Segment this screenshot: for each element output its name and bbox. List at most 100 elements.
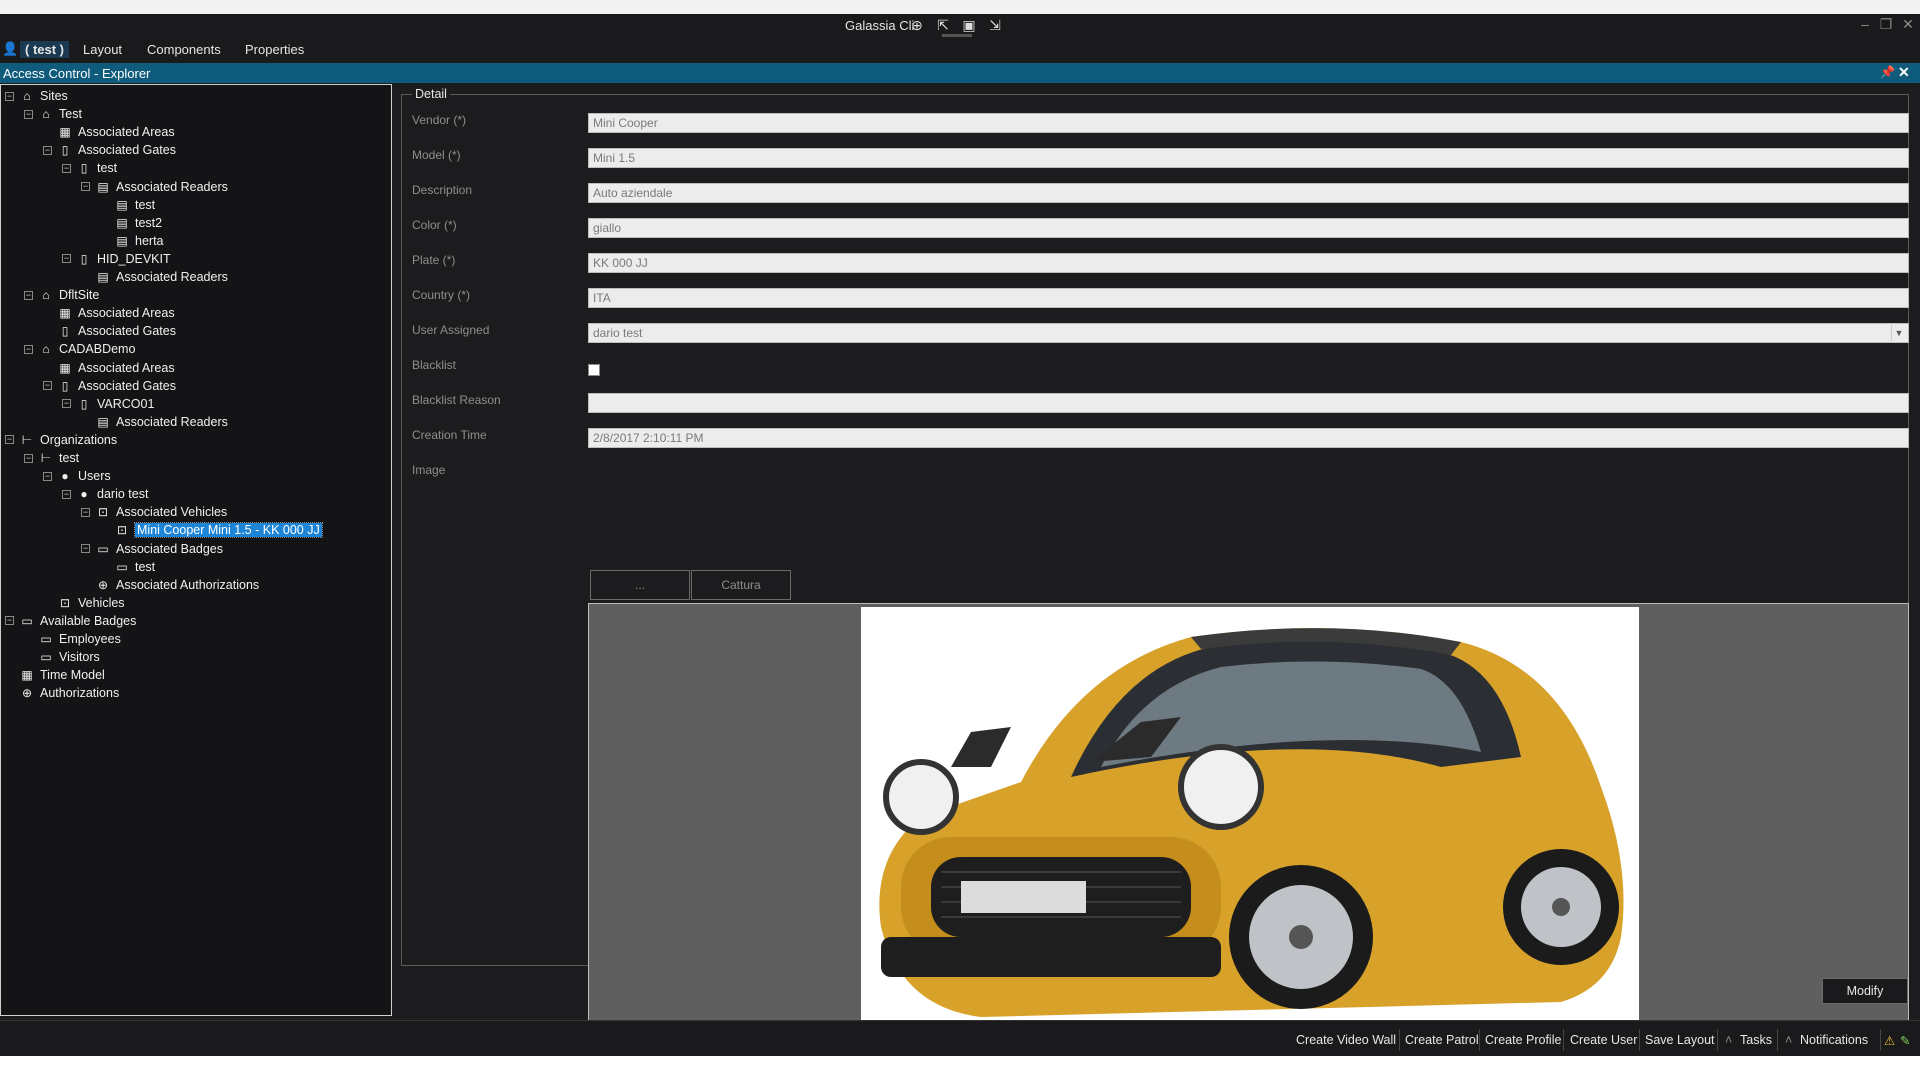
- tree-node-label[interactable]: Associated Areas: [78, 361, 175, 375]
- tree-node[interactable]: ▤ Associated Readers: [81, 413, 228, 431]
- capture-button[interactable]: Cattura: [691, 570, 791, 600]
- collapse-icon[interactable]: −: [43, 381, 52, 391]
- tree-node-label[interactable]: herta: [135, 234, 164, 248]
- tree-node-label[interactable]: test: [135, 560, 155, 574]
- tree-node[interactable]: − ● Users: [43, 467, 111, 485]
- description-field[interactable]: Auto aziendale: [588, 183, 1909, 203]
- tree-node[interactable]: ▦ Associated Areas: [43, 359, 175, 377]
- collapse-icon[interactable]: −: [43, 145, 52, 155]
- tree-node[interactable]: − ⊡ Associated Vehicles: [81, 503, 227, 521]
- tree-node-label[interactable]: Associated Readers: [116, 270, 228, 284]
- tree-node-label[interactable]: test2: [135, 216, 162, 230]
- tree-node[interactable]: ▤ herta: [100, 232, 164, 250]
- tree-node-label[interactable]: Associated Gates: [78, 143, 176, 157]
- chevron-down-icon[interactable]: ▼: [1891, 325, 1906, 341]
- tree-node[interactable]: − ⊢ test: [24, 449, 79, 467]
- tree-node-label[interactable]: Users: [78, 469, 111, 483]
- country-field[interactable]: ITA: [588, 288, 1909, 308]
- modify-button[interactable]: Modify: [1822, 978, 1908, 1004]
- tree-node-label[interactable]: Sites: [40, 89, 68, 103]
- tree-node[interactable]: − ⌂ CADABDemo: [24, 340, 135, 358]
- pointer-icon[interactable]: ⇱: [934, 16, 952, 34]
- warning-icon[interactable]: ⚠: [1884, 1033, 1895, 1048]
- cursor-icon[interactable]: ⇲: [986, 16, 1004, 34]
- create-video-wall-button[interactable]: Create Video Wall: [1296, 1033, 1396, 1047]
- tree-node[interactable]: ⊕ Authorizations: [5, 684, 119, 702]
- tree-node[interactable]: ▤ test: [100, 196, 155, 214]
- tasks-button[interactable]: Tasks: [1740, 1033, 1772, 1047]
- collapse-icon[interactable]: −: [62, 254, 71, 264]
- tree-node-label[interactable]: Vehicles: [78, 596, 125, 610]
- menu-properties[interactable]: Properties: [245, 42, 304, 57]
- plate-field[interactable]: KK 000 JJ: [588, 253, 1909, 273]
- tree-node-label[interactable]: test: [97, 161, 117, 175]
- tree-node-label[interactable]: Authorizations: [40, 686, 119, 700]
- tree-node-label[interactable]: CADABDemo: [59, 342, 135, 356]
- menu-layout[interactable]: Layout: [83, 42, 122, 57]
- tree-node-label[interactable]: test: [135, 198, 155, 212]
- tree-node[interactable]: − ● dario test: [62, 485, 148, 503]
- current-user[interactable]: ( test ): [20, 41, 69, 58]
- drag-grip[interactable]: [942, 34, 972, 37]
- edit-icon[interactable]: ✎: [1900, 1033, 1910, 1048]
- collapse-icon[interactable]: −: [24, 453, 33, 463]
- frame-icon[interactable]: ▣: [960, 16, 978, 34]
- tree-node-label[interactable]: VARCO01: [97, 397, 154, 411]
- tree-node[interactable]: − ⊢ Organizations: [5, 431, 117, 449]
- tree-node-label[interactable]: test: [59, 451, 79, 465]
- tree-node[interactable]: − ▯ Associated Gates: [43, 377, 176, 395]
- collapse-icon[interactable]: −: [24, 290, 33, 300]
- tree-node-label[interactable]: Test: [59, 107, 82, 121]
- tree-node-label[interactable]: Time Model: [40, 668, 105, 682]
- tree-node-label[interactable]: Available Badges: [40, 614, 136, 628]
- tree-node[interactable]: − ⌂ Sites: [5, 87, 68, 105]
- tree-node[interactable]: ▯ Associated Gates: [43, 322, 176, 340]
- tree-node[interactable]: − ▯ test: [62, 159, 117, 177]
- model-field[interactable]: Mini 1.5: [588, 148, 1909, 168]
- notifications-chevron-icon[interactable]: ˄: [1785, 1033, 1792, 1047]
- tree-node[interactable]: ▤ test2: [100, 214, 162, 232]
- tree-node[interactable]: ▤ Associated Readers: [81, 268, 228, 286]
- collapse-icon[interactable]: −: [24, 109, 33, 119]
- collapse-icon[interactable]: −: [24, 344, 33, 354]
- tree-node-label[interactable]: Associated Authorizations: [116, 578, 259, 592]
- tasks-chevron-icon[interactable]: ˄: [1725, 1033, 1732, 1047]
- collapse-icon[interactable]: −: [5, 616, 14, 626]
- tree-node-label[interactable]: HID_DEVKIT: [97, 252, 171, 266]
- tree-node-label[interactable]: DfltSite: [59, 288, 99, 302]
- collapse-icon[interactable]: −: [81, 507, 90, 517]
- blacklist-checkbox[interactable]: [588, 364, 600, 376]
- menu-components[interactable]: Components: [147, 42, 221, 57]
- tree-node[interactable]: ▦ Time Model: [5, 666, 105, 684]
- collapse-icon[interactable]: −: [5, 435, 14, 445]
- tree-node[interactable]: − ⌂ DfltSite: [24, 286, 99, 304]
- collapse-icon[interactable]: −: [62, 489, 71, 499]
- create-profile-button[interactable]: Create Profile: [1485, 1033, 1561, 1047]
- tree-node[interactable]: ▦ Associated Areas: [43, 304, 175, 322]
- tree-node[interactable]: − ▯ HID_DEVKIT: [62, 250, 171, 268]
- vendor-field[interactable]: Mini Cooper: [588, 113, 1909, 133]
- collapse-icon[interactable]: −: [62, 163, 71, 173]
- close-icon[interactable]: ✕: [1899, 16, 1917, 33]
- tree-node-label[interactable]: Associated Areas: [78, 125, 175, 139]
- layout-add-icon[interactable]: ⊕: [908, 16, 926, 34]
- tree-node-label[interactable]: Associated Areas: [78, 306, 175, 320]
- tree-node-label[interactable]: Organizations: [40, 433, 117, 447]
- tree-node-label[interactable]: Associated Vehicles: [116, 505, 227, 519]
- tree-node[interactable]: − ▯ Associated Gates: [43, 141, 176, 159]
- tree-node[interactable]: − ▭ Available Badges: [5, 612, 136, 630]
- color-field[interactable]: giallo: [588, 218, 1909, 238]
- tree-node[interactable]: ⊕ Associated Authorizations: [81, 576, 259, 594]
- collapse-icon[interactable]: −: [43, 471, 52, 481]
- tree-node-label[interactable]: dario test: [97, 487, 148, 501]
- collapse-icon[interactable]: −: [5, 91, 14, 101]
- blacklist-reason-field[interactable]: [588, 393, 1909, 413]
- tree-node-label[interactable]: Employees: [59, 632, 121, 646]
- create-patrol-button[interactable]: Create Patrol: [1405, 1033, 1479, 1047]
- tree-node[interactable]: − ▯ VARCO01: [62, 395, 154, 413]
- tree-node[interactable]: ▭ test: [100, 558, 155, 576]
- browse-image-button[interactable]: ...: [590, 570, 690, 600]
- restore-icon[interactable]: ❐: [1877, 16, 1895, 33]
- minimize-icon[interactable]: –: [1856, 16, 1874, 32]
- collapse-icon[interactable]: −: [62, 399, 71, 409]
